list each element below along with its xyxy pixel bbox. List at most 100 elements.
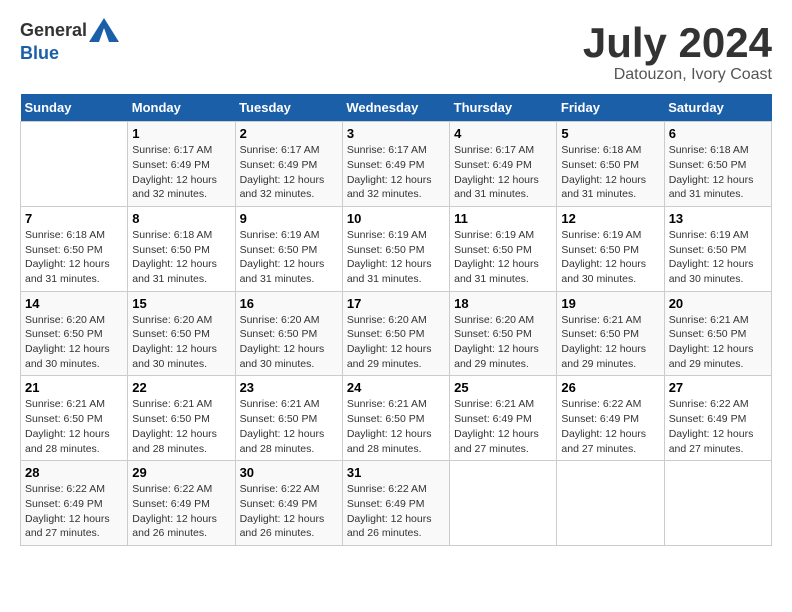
- calendar-cell: 17Sunrise: 6:20 AM Sunset: 6:50 PM Dayli…: [342, 291, 449, 376]
- day-info: Sunrise: 6:21 AM Sunset: 6:50 PM Dayligh…: [132, 397, 230, 456]
- calendar-cell: 1 Sunrise: 6:17 AM Sunset: 6:49 PM Daylig…: [128, 122, 235, 207]
- day-info: Sunrise: 6:21 AM Sunset: 6:50 PM Dayligh…: [240, 397, 338, 456]
- day-info: Sunrise: 6:22 AM Sunset: 6:49 PM Dayligh…: [132, 482, 230, 541]
- calendar-cell: 30 Sunrise: 6:22 AM Sunset: 6:49 PM Dayli…: [235, 461, 342, 546]
- calendar-cell: 24 Sunrise: 6:21 AM Sunset: 6:50 PM Dayli…: [342, 376, 449, 461]
- calendar-cell: 29 Sunrise: 6:22 AM Sunset: 6:49 PM Dayli…: [128, 461, 235, 546]
- location-title: Datouzon, Ivory Coast: [583, 66, 772, 84]
- calendar-cell: 14Sunrise: 6:20 AM Sunset: 6:50 PM Dayli…: [21, 291, 128, 376]
- day-info: Sunrise: 6:22 AM Sunset: 6:49 PM Dayligh…: [669, 397, 767, 456]
- day-number: 21: [25, 380, 123, 395]
- calendar-cell: [664, 461, 771, 546]
- title-block: July 2024 Datouzon, Ivory Coast: [583, 20, 772, 84]
- calendar-cell: [557, 461, 664, 546]
- day-info: Sunrise: 6:22 AM Sunset: 6:49 PM Dayligh…: [25, 482, 123, 541]
- col-header-wednesday: Wednesday: [342, 94, 449, 122]
- day-info: Sunrise: 6:19 AM Sunset: 6:50 PM Dayligh…: [454, 228, 552, 287]
- day-number: 17: [347, 296, 445, 311]
- day-number: 25: [454, 380, 552, 395]
- calendar-cell: 12Sunrise: 6:19 AM Sunset: 6:50 PM Dayli…: [557, 206, 664, 291]
- day-info: Sunrise: 6:17 AM Sunset: 6:49 PM Dayligh…: [240, 143, 338, 202]
- day-info: Sunrise: 6:21 AM Sunset: 6:50 PM Dayligh…: [669, 313, 767, 372]
- day-number: 15: [132, 296, 230, 311]
- calendar-cell: 5 Sunrise: 6:18 AM Sunset: 6:50 PM Daylig…: [557, 122, 664, 207]
- day-info: Sunrise: 6:19 AM Sunset: 6:50 PM Dayligh…: [561, 228, 659, 287]
- calendar-cell: 16Sunrise: 6:20 AM Sunset: 6:50 PM Dayli…: [235, 291, 342, 376]
- calendar-week-4: 21 Sunrise: 6:21 AM Sunset: 6:50 PM Dayli…: [21, 376, 772, 461]
- calendar-cell: 2Sunrise: 6:17 AM Sunset: 6:49 PM Daylig…: [235, 122, 342, 207]
- day-number: 9: [240, 211, 338, 226]
- day-number: 8: [132, 211, 230, 226]
- calendar-table: SundayMondayTuesdayWednesdayThursdayFrid…: [20, 94, 772, 546]
- day-number: 16: [240, 296, 338, 311]
- calendar-cell: 23 Sunrise: 6:21 AM Sunset: 6:50 PM Dayli…: [235, 376, 342, 461]
- day-info: Sunrise: 6:21 AM Sunset: 6:50 PM Dayligh…: [25, 397, 123, 456]
- logo: General Blue: [20, 20, 119, 64]
- calendar-cell: 8 Sunrise: 6:18 AM Sunset: 6:50 PM Daylig…: [128, 206, 235, 291]
- calendar-cell: 13 Sunrise: 6:19 AM Sunset: 6:50 PM Dayli…: [664, 206, 771, 291]
- calendar-header-row: SundayMondayTuesdayWednesdayThursdayFrid…: [21, 94, 772, 122]
- calendar-cell: 27 Sunrise: 6:22 AM Sunset: 6:49 PM Dayli…: [664, 376, 771, 461]
- calendar-week-2: 7 Sunrise: 6:18 AM Sunset: 6:50 PM Daylig…: [21, 206, 772, 291]
- day-info: Sunrise: 6:20 AM Sunset: 6:50 PM Dayligh…: [25, 313, 123, 372]
- day-info: Sunrise: 6:21 AM Sunset: 6:50 PM Dayligh…: [347, 397, 445, 456]
- day-number: 6: [669, 126, 767, 141]
- day-info: Sunrise: 6:20 AM Sunset: 6:50 PM Dayligh…: [454, 313, 552, 372]
- day-number: 5: [561, 126, 659, 141]
- calendar-week-5: 28 Sunrise: 6:22 AM Sunset: 6:49 PM Dayli…: [21, 461, 772, 546]
- calendar-cell: 31 Sunrise: 6:22 AM Sunset: 6:49 PM Dayli…: [342, 461, 449, 546]
- page-header: General Blue July 2024 Datouzon, Ivory C…: [20, 20, 772, 84]
- day-info: Sunrise: 6:19 AM Sunset: 6:50 PM Dayligh…: [669, 228, 767, 287]
- day-info: Sunrise: 6:22 AM Sunset: 6:49 PM Dayligh…: [347, 482, 445, 541]
- day-number: 27: [669, 380, 767, 395]
- day-info: Sunrise: 6:19 AM Sunset: 6:50 PM Dayligh…: [347, 228, 445, 287]
- col-header-tuesday: Tuesday: [235, 94, 342, 122]
- calendar-cell: 7 Sunrise: 6:18 AM Sunset: 6:50 PM Daylig…: [21, 206, 128, 291]
- col-header-monday: Monday: [128, 94, 235, 122]
- logo-blue: Blue: [20, 44, 119, 64]
- calendar-cell: 3 Sunrise: 6:17 AM Sunset: 6:49 PM Daylig…: [342, 122, 449, 207]
- day-info: Sunrise: 6:21 AM Sunset: 6:49 PM Dayligh…: [454, 397, 552, 456]
- calendar-cell: [21, 122, 128, 207]
- day-number: 11: [454, 211, 552, 226]
- day-number: 30: [240, 465, 338, 480]
- day-info: Sunrise: 6:17 AM Sunset: 6:49 PM Dayligh…: [347, 143, 445, 202]
- calendar-cell: 20 Sunrise: 6:21 AM Sunset: 6:50 PM Dayli…: [664, 291, 771, 376]
- day-info: Sunrise: 6:18 AM Sunset: 6:50 PM Dayligh…: [25, 228, 123, 287]
- day-number: 7: [25, 211, 123, 226]
- day-info: Sunrise: 6:17 AM Sunset: 6:49 PM Dayligh…: [454, 143, 552, 202]
- col-header-saturday: Saturday: [664, 94, 771, 122]
- calendar-cell: 11 Sunrise: 6:19 AM Sunset: 6:50 PM Dayli…: [450, 206, 557, 291]
- calendar-cell: 9 Sunrise: 6:19 AM Sunset: 6:50 PM Daylig…: [235, 206, 342, 291]
- calendar-cell: 22 Sunrise: 6:21 AM Sunset: 6:50 PM Dayli…: [128, 376, 235, 461]
- calendar-cell: 26Sunrise: 6:22 AM Sunset: 6:49 PM Dayli…: [557, 376, 664, 461]
- day-number: 31: [347, 465, 445, 480]
- day-number: 18: [454, 296, 552, 311]
- day-number: 1: [132, 126, 230, 141]
- day-number: 3: [347, 126, 445, 141]
- day-number: 24: [347, 380, 445, 395]
- calendar-cell: 21 Sunrise: 6:21 AM Sunset: 6:50 PM Dayli…: [21, 376, 128, 461]
- calendar-week-1: 1 Sunrise: 6:17 AM Sunset: 6:49 PM Daylig…: [21, 122, 772, 207]
- calendar-cell: 15 Sunrise: 6:20 AM Sunset: 6:50 PM Dayli…: [128, 291, 235, 376]
- day-number: 28: [25, 465, 123, 480]
- day-number: 19: [561, 296, 659, 311]
- day-number: 13: [669, 211, 767, 226]
- day-info: Sunrise: 6:20 AM Sunset: 6:50 PM Dayligh…: [132, 313, 230, 372]
- day-info: Sunrise: 6:18 AM Sunset: 6:50 PM Dayligh…: [561, 143, 659, 202]
- day-info: Sunrise: 6:18 AM Sunset: 6:50 PM Dayligh…: [669, 143, 767, 202]
- day-number: 20: [669, 296, 767, 311]
- calendar-week-3: 14Sunrise: 6:20 AM Sunset: 6:50 PM Dayli…: [21, 291, 772, 376]
- day-info: Sunrise: 6:17 AM Sunset: 6:49 PM Dayligh…: [132, 143, 230, 202]
- day-info: Sunrise: 6:21 AM Sunset: 6:50 PM Dayligh…: [561, 313, 659, 372]
- day-info: Sunrise: 6:19 AM Sunset: 6:50 PM Dayligh…: [240, 228, 338, 287]
- logo-general: General: [20, 20, 119, 44]
- day-number: 29: [132, 465, 230, 480]
- calendar-cell: 25 Sunrise: 6:21 AM Sunset: 6:49 PM Dayli…: [450, 376, 557, 461]
- day-number: 22: [132, 380, 230, 395]
- day-number: 26: [561, 380, 659, 395]
- day-info: Sunrise: 6:22 AM Sunset: 6:49 PM Dayligh…: [240, 482, 338, 541]
- calendar-cell: 6 Sunrise: 6:18 AM Sunset: 6:50 PM Daylig…: [664, 122, 771, 207]
- day-number: 23: [240, 380, 338, 395]
- day-info: Sunrise: 6:18 AM Sunset: 6:50 PM Dayligh…: [132, 228, 230, 287]
